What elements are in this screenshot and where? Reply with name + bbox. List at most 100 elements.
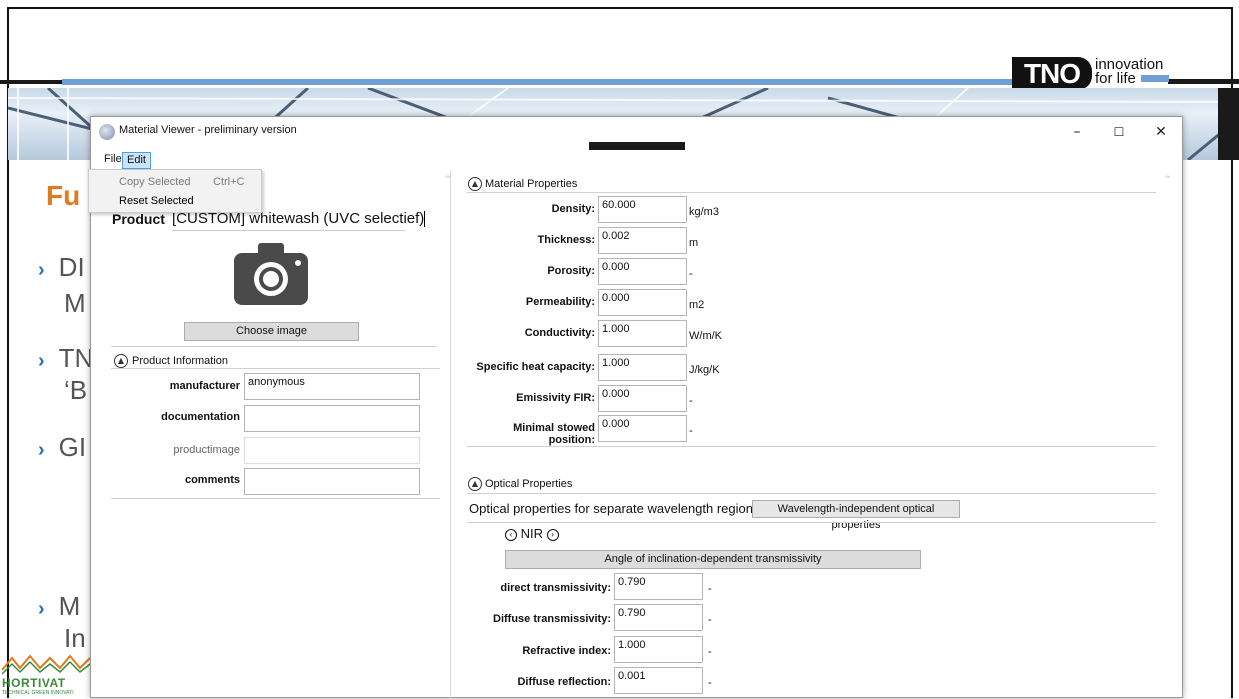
menu-item-shortcut: Ctrl+C [213,176,245,188]
direct-transmissivity-unit: - [708,583,712,595]
slide-bullet: › DI [38,252,85,282]
conductivity-label: Conductivity: [524,327,595,339]
direct-transmissivity-label: direct transmissivity: [500,582,611,594]
hortivat-name: HORTIVAT [2,676,66,690]
menu-edit[interactable]: Edit [122,152,151,169]
diffuse-transmissivity-unit: - [708,614,712,626]
emissivity-fir-unit: - [689,395,693,407]
conductivity-unit: W/m/K [689,330,722,342]
bullet-chevron-icon: › [38,259,45,281]
close-button[interactable]: ✕ [1138,120,1184,144]
thickness-field[interactable]: 0.002 [598,227,687,254]
wavelength-region-navigator: ‹ NIR › [505,526,559,541]
menu-item-reset-selected[interactable]: Reset Selected [119,195,194,207]
divider [111,498,440,499]
density-unit: kg/m3 [689,206,719,218]
minimal-stowed-position-field[interactable]: 0.000 [598,415,687,442]
hortivat-subtitle: TECHNICAL GREEN INNOVATI [2,690,74,696]
banner-line [1168,79,1239,84]
diffuse-transmissivity-field[interactable]: 0.790 [614,604,703,631]
minimal-stowed-position-unit: - [689,425,693,437]
diffuse-reflection-field[interactable]: 0.001 [614,667,703,694]
specific-heat-capacity-unit: J/kg/K [689,364,720,376]
hortivat-logo: HORTIVAT TECHNICAL GREEN INNOVATI [1,650,92,698]
divider [467,522,1156,523]
divider [111,346,437,347]
permeability-field[interactable]: 0.000 [598,289,687,316]
collapse-chevron-icon[interactable]: ▲ [468,477,482,491]
refractive-index-field[interactable]: 1.000 [614,636,703,663]
menu-item-copy-selected[interactable]: Copy Selected [119,176,191,188]
density-label: Density: [551,203,595,215]
specific-heat-capacity-field[interactable]: 1.000 [598,354,687,381]
banner-line [0,80,62,84]
refractive-index-unit: - [708,646,712,658]
permeability-unit: m2 [689,299,705,311]
previous-region-icon[interactable]: ‹ [505,528,517,541]
specific-heat-capacity-label: Specific heat capacity: [476,361,595,373]
productimage-field[interactable] [244,437,420,464]
direct-transmissivity-field[interactable]: 0.790 [614,573,703,600]
bullet-chevron-icon: › [38,350,45,372]
optical-properties-heading: Optical Properties [485,478,573,490]
window-title: Material Viewer - preliminary version [119,124,297,136]
bullet-chevron-icon: › [38,598,45,620]
thickness-unit: m [689,237,699,249]
app-icon [99,124,115,140]
emissivity-fir-label: Emissivity FIR: [516,392,595,404]
pane-splitter[interactable] [450,170,451,699]
material-properties-heading: Material Properties [485,178,578,190]
menu-bar: File Edit [91,150,1182,170]
scroll-up-icon[interactable]: ^ [1164,175,1172,185]
porosity-unit: - [689,268,693,280]
divider [467,493,1156,494]
text-caret [424,211,426,228]
product-label: Product [112,211,165,227]
region-label: NIR [520,526,544,541]
documentation-label: documentation [161,411,240,423]
diffuse-reflection-label: Diffuse reflection: [517,676,611,688]
comments-label: comments [184,474,240,486]
bullet-chevron-icon: › [38,439,45,461]
density-field[interactable]: 60.000 [598,196,687,223]
banner-line [1141,75,1169,82]
manufacturer-label: manufacturer [169,380,240,392]
slide-bullet: › TN [38,343,94,373]
angle-dependent-transmissivity-button[interactable]: Angle of inclination-dependent transmiss… [505,550,921,569]
slide-bullet: › M [38,591,81,621]
tab-wavelength-independent[interactable]: Wavelength-independent optical propertie… [752,500,960,531]
conductivity-field[interactable]: 1.000 [598,320,687,347]
camera-icon[interactable] [232,241,310,307]
porosity-field[interactable]: 0.000 [598,258,687,285]
productimage-label: productimage [173,444,240,456]
refractive-index-label: Refractive index: [522,645,611,657]
divider [467,446,1156,447]
slide-bullet-continuation: M [64,288,86,318]
product-name-field[interactable]: [CUSTOM] whitewash (UVC selectief) [172,210,426,231]
diffuse-reflection-unit: - [708,677,712,689]
thickness-label: Thickness: [537,234,595,246]
tno-logo: TNO [1012,57,1092,90]
collapse-chevron-icon[interactable]: ▲ [114,354,128,368]
next-region-icon[interactable]: › [546,528,559,541]
minimal-stowed-position-label: Minimal stowed position: [513,422,595,446]
manufacturer-field[interactable]: anonymous [244,373,420,400]
slide-title: Fu [46,180,81,211]
material-viewer-window: Material Viewer - preliminary version – … [88,116,1184,699]
maximize-button[interactable]: ☐ [1096,120,1142,144]
documentation-field[interactable] [244,405,420,432]
slide-bullet-continuation: ‘B [64,375,88,405]
comments-field[interactable] [244,468,420,495]
slide-bullet-continuation: In [64,623,86,653]
divider [111,368,440,369]
hortivat-wave-icon [1,654,91,675]
minimize-button[interactable]: – [1054,120,1100,144]
choose-image-button[interactable]: Choose image [184,322,359,341]
collapse-chevron-icon[interactable]: ▲ [468,177,482,191]
divider [467,192,1156,193]
emissivity-fir-field[interactable]: 0.000 [598,385,687,412]
banner-line [62,79,1012,85]
slide-bullet: › GI [38,432,87,462]
edit-menu-dropdown: Copy Selected Ctrl+C Reset Selected [88,169,262,213]
tab-separate-wavelength-regions[interactable]: Optical properties for separate waveleng… [469,501,760,516]
